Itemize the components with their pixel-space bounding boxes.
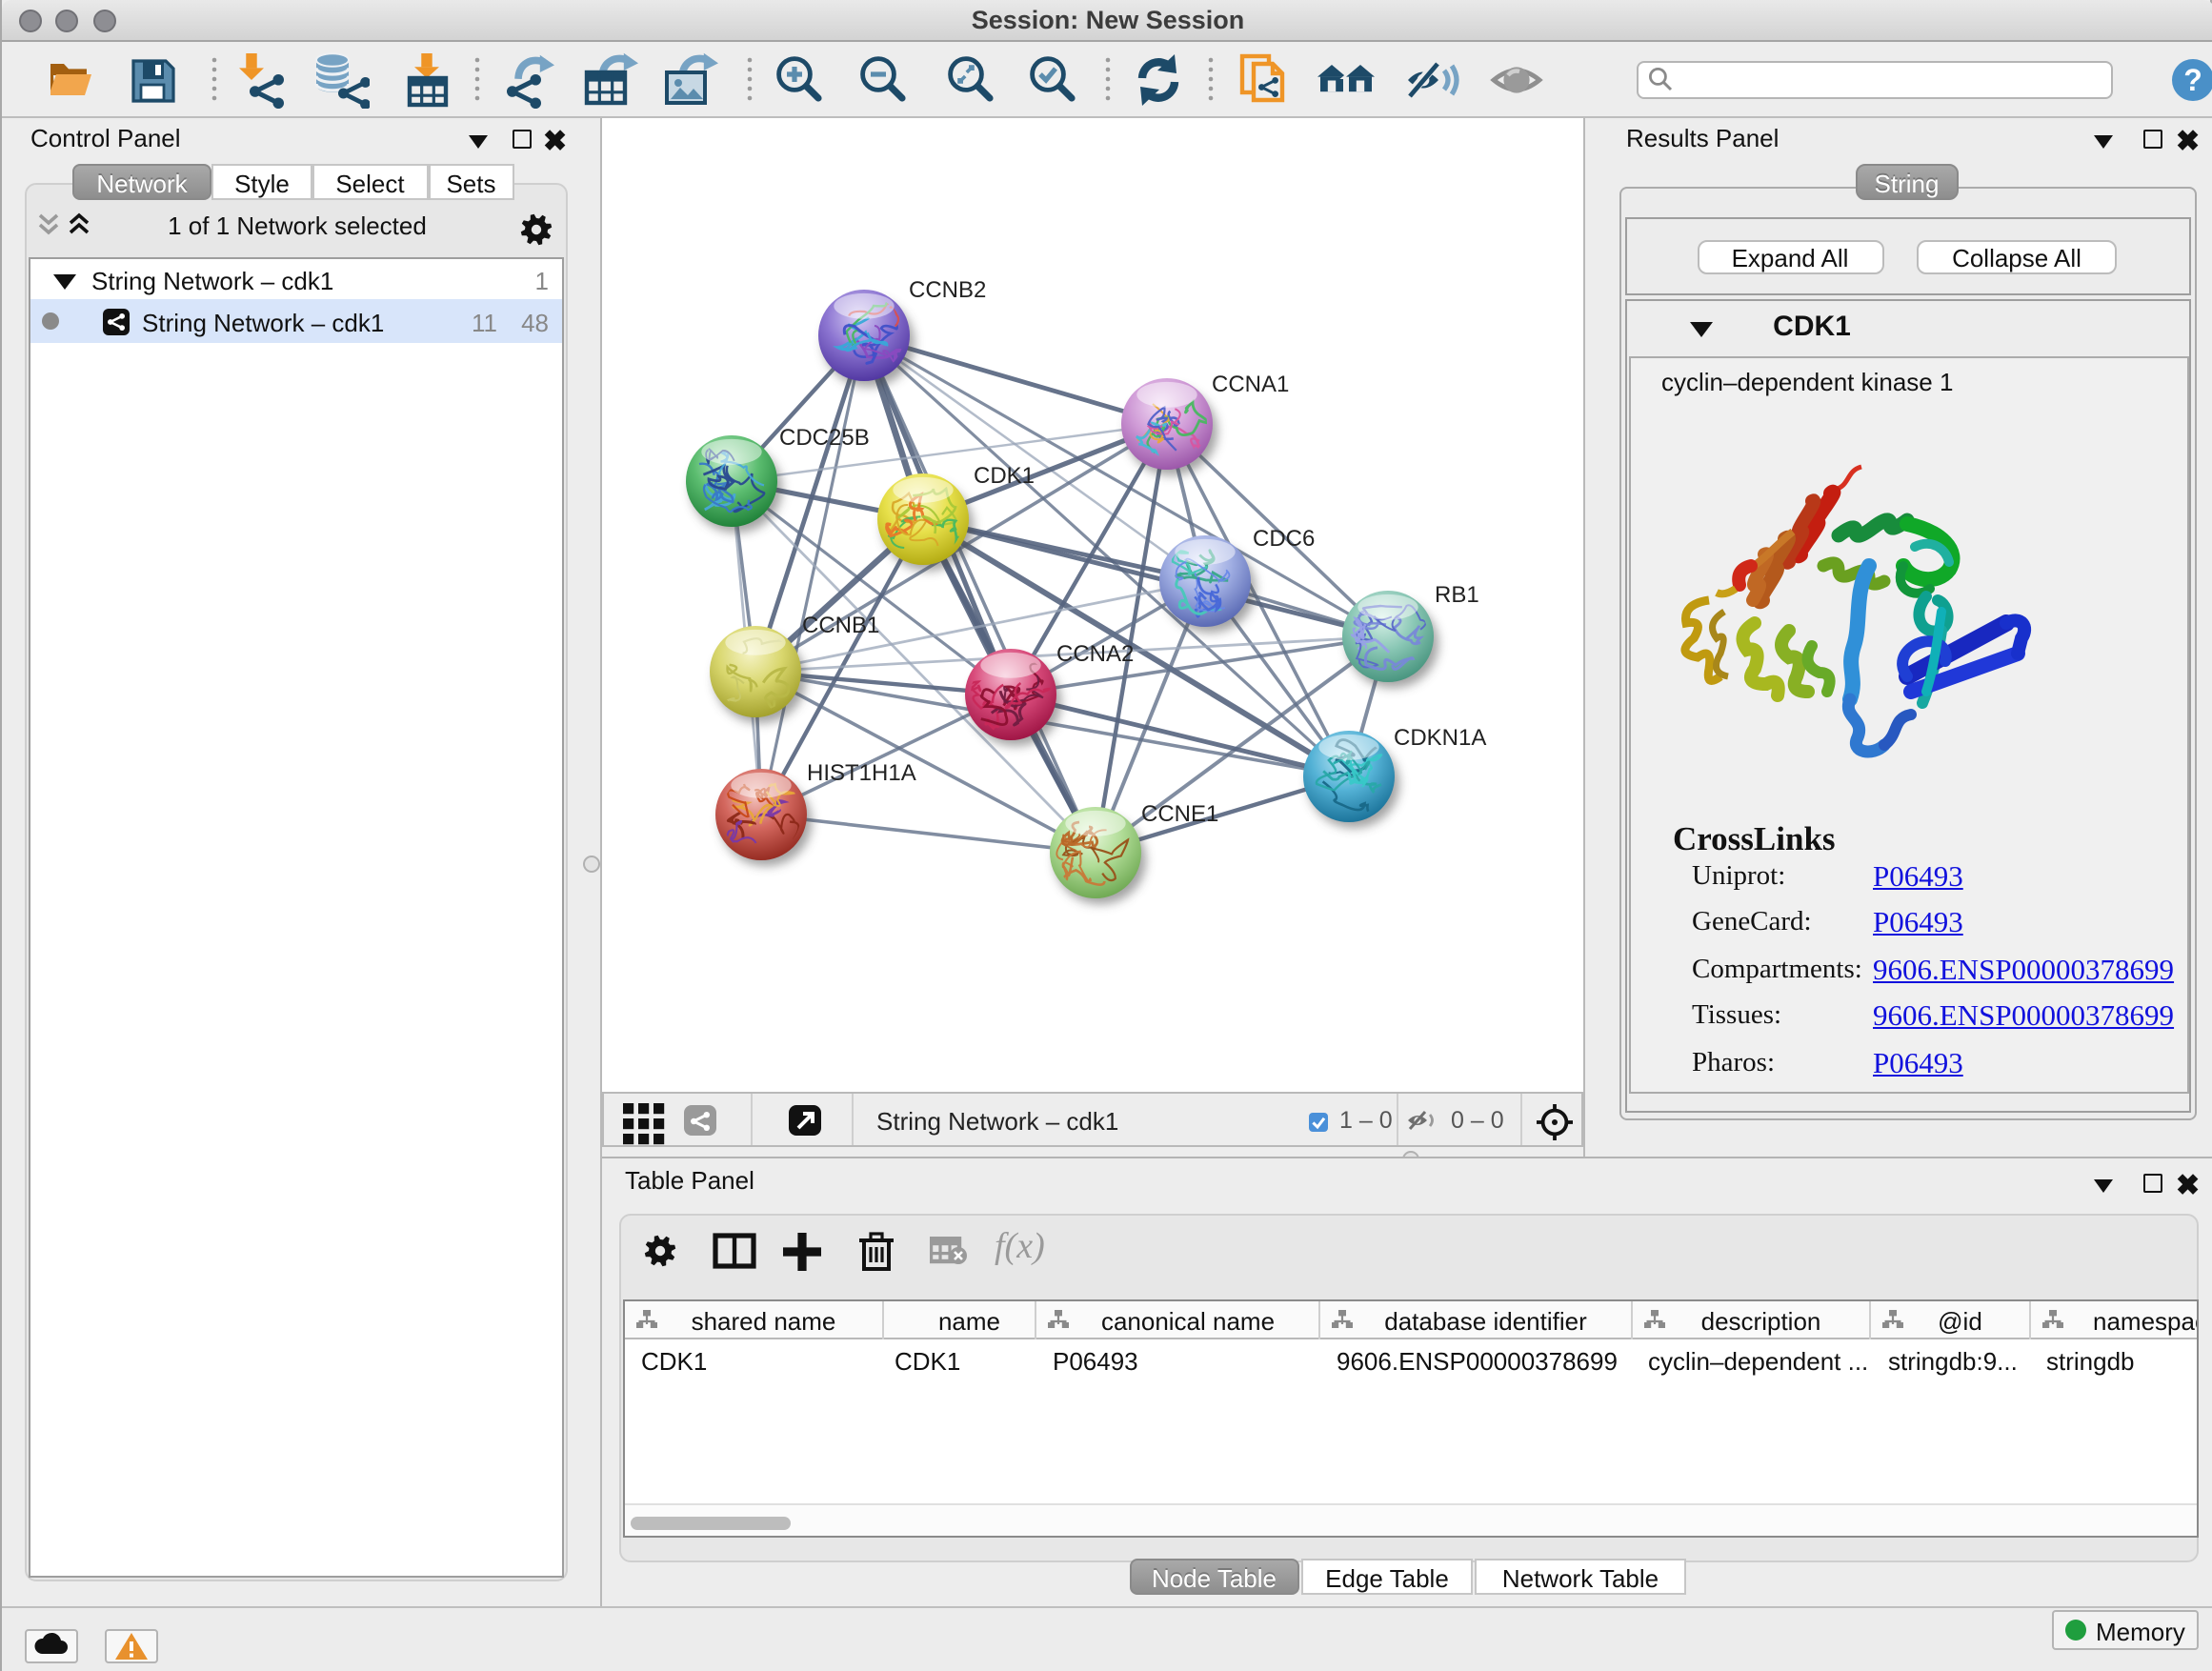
- svg-text:?: ?: [2183, 63, 2202, 97]
- svg-text:RB1: RB1: [1435, 582, 1479, 608]
- svg-text:CCNA1: CCNA1: [1212, 372, 1289, 397]
- svg-text:CCNE1: CCNE1: [1141, 801, 1218, 827]
- svg-text:CDKN1A: CDKN1A: [1394, 725, 1486, 751]
- svg-text:CDC6: CDC6: [1253, 526, 1315, 552]
- svg-text:CCNA2: CCNA2: [1056, 641, 1134, 667]
- svg-text:CDK1: CDK1: [974, 463, 1035, 489]
- svg-text:HIST1H1A: HIST1H1A: [807, 760, 916, 786]
- svg-text:CCNB2: CCNB2: [909, 277, 986, 303]
- svg-text:CCNB1: CCNB1: [802, 613, 879, 638]
- svg-text:CDC25B: CDC25B: [779, 425, 870, 451]
